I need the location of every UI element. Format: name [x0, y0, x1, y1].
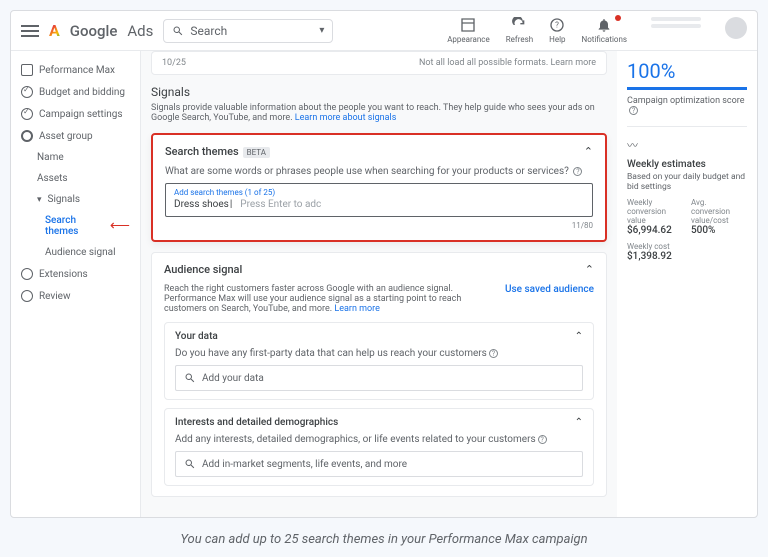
sidebar-item-review[interactable]: Review: [11, 285, 140, 307]
input-placeholder: Press Enter to adc: [240, 199, 321, 210]
help-button[interactable]: ? Help: [549, 17, 565, 44]
notifications-button[interactable]: Notifications: [582, 17, 627, 44]
count-text: 10/25: [162, 58, 186, 68]
svg-text:?: ?: [555, 21, 559, 30]
help-icon[interactable]: ?: [573, 167, 582, 176]
ring-icon: [21, 130, 33, 142]
conv-value-block: Weekly conversion value $6,994.62: [627, 198, 683, 236]
remnant-text: Not all load all possible formats. Learn…: [419, 58, 596, 68]
sidebar-item-audience-signal[interactable]: Audience signal: [11, 242, 140, 263]
refresh-button[interactable]: Refresh: [506, 17, 533, 44]
audience-signal-card: Audience signal ⌃ Reach the right custom…: [151, 252, 607, 497]
brand-google: Google: [70, 22, 118, 40]
circle-icon: [21, 290, 33, 302]
collapse-icon[interactable]: ⌃: [575, 331, 583, 342]
optimization-score: 100%: [627, 59, 747, 83]
sidebar: Peformance Max Budget and bidding Campai…: [11, 51, 141, 517]
menu-icon[interactable]: [21, 25, 39, 37]
circle-icon: [21, 268, 33, 280]
score-label: Campaign optimization score ?: [627, 96, 747, 116]
check-circle-icon: [21, 108, 33, 120]
chevron-down-icon: ▾: [319, 25, 324, 36]
search-themes-question: What are some words or phrases people us…: [165, 166, 593, 177]
caret-icon: ▾: [37, 195, 42, 205]
help-icon[interactable]: ?: [538, 435, 547, 444]
use-saved-audience-button[interactable]: Use saved audience: [505, 284, 594, 295]
collapse-icon[interactable]: ⌃: [585, 263, 594, 276]
search-dropdown[interactable]: Search ▾: [163, 19, 333, 43]
audience-learn-more-link[interactable]: Learn more: [334, 304, 380, 314]
check-circle-icon: [21, 86, 33, 98]
search-themes-card: Search themesBETA ⌃ What are some words …: [151, 133, 607, 242]
sidebar-item-assets[interactable]: Assets: [11, 168, 140, 189]
google-ads-logo-icon: A: [49, 21, 60, 40]
search-icon: [184, 458, 196, 470]
search-theme-chip: Dress shoes: [174, 199, 232, 210]
app-frame: A Google Ads Search ▾ Appearance Refresh…: [10, 10, 758, 518]
estimates-subtitle: Based on your daily budget and bid setti…: [627, 172, 747, 192]
sidebar-item-campaign-settings[interactable]: Campaign settings: [11, 103, 140, 125]
right-column: 100% Campaign optimization score ? 〰 Wee…: [617, 51, 757, 517]
sidebar-item-performance-max[interactable]: Peformance Max: [11, 59, 140, 81]
help-icon[interactable]: ?: [489, 349, 498, 358]
cost-block: Weekly cost $1,398.92: [627, 242, 747, 262]
add-interests-input[interactable]: Add in-market segments, life events, and…: [175, 451, 583, 477]
figure-caption: You can add up to 25 search themes in yo…: [10, 532, 758, 547]
help-icon[interactable]: ?: [629, 106, 638, 115]
interests-subcard: Interests and detailed demographics⌃ Add…: [164, 408, 594, 486]
conv-rate-block: Avg. conversion value/cost 500%: [691, 198, 747, 236]
add-your-data-input[interactable]: Add your data: [175, 365, 583, 391]
signals-learn-more-link[interactable]: Learn more about signals: [295, 113, 397, 123]
trend-icon: 〰: [627, 137, 747, 153]
search-icon: [184, 372, 196, 384]
square-icon: [21, 64, 33, 76]
body: Peformance Max Budget and bidding Campai…: [11, 51, 757, 517]
signals-description: Signals provide valuable information abo…: [151, 103, 607, 123]
your-data-subcard: Your data⌃ Do you have any first-party d…: [164, 322, 594, 400]
previous-card-remnant: 10/25 Not all load all possible formats.…: [151, 51, 607, 75]
score-bar: [627, 87, 747, 90]
notification-dot: [615, 15, 621, 21]
collapse-icon[interactable]: ⌃: [584, 145, 593, 158]
main-content: 10/25 Not all load all possible formats.…: [141, 51, 617, 517]
search-icon: [172, 25, 184, 37]
top-icons: Appearance Refresh ? Help Notifications: [447, 17, 747, 44]
brand-ads: Ads: [127, 22, 153, 40]
sidebar-item-search-themes[interactable]: Search themes⟵: [11, 210, 140, 242]
audience-description: Reach the right customers faster across …: [164, 284, 495, 314]
signals-heading: Signals: [151, 85, 607, 99]
beta-badge: BETA: [243, 147, 270, 158]
sidebar-item-asset-group[interactable]: Asset group: [11, 125, 140, 147]
avatar[interactable]: [725, 17, 747, 39]
top-bar: A Google Ads Search ▾ Appearance Refresh…: [11, 11, 757, 51]
sidebar-item-budget[interactable]: Budget and bidding: [11, 81, 140, 103]
weekly-estimates-title: Weekly estimates: [627, 159, 747, 170]
sidebar-item-extensions[interactable]: Extensions: [11, 263, 140, 285]
placeholder-lines: [651, 17, 701, 28]
sidebar-item-signals[interactable]: ▾Signals: [11, 189, 140, 210]
search-themes-input-box[interactable]: Add search themes (1 of 25) Dress shoes …: [165, 183, 593, 217]
sidebar-item-name[interactable]: Name: [11, 147, 140, 168]
char-counter: 11/80: [165, 221, 593, 230]
appearance-button[interactable]: Appearance: [447, 17, 490, 44]
arrow-indicator-icon: ⟵: [110, 218, 130, 234]
collapse-icon[interactable]: ⌃: [575, 417, 583, 428]
input-label: Add search themes (1 of 25): [170, 188, 588, 197]
search-label: Search: [190, 24, 313, 38]
card-header[interactable]: Search themesBETA ⌃: [165, 145, 593, 158]
card-header[interactable]: Audience signal ⌃: [164, 263, 594, 276]
